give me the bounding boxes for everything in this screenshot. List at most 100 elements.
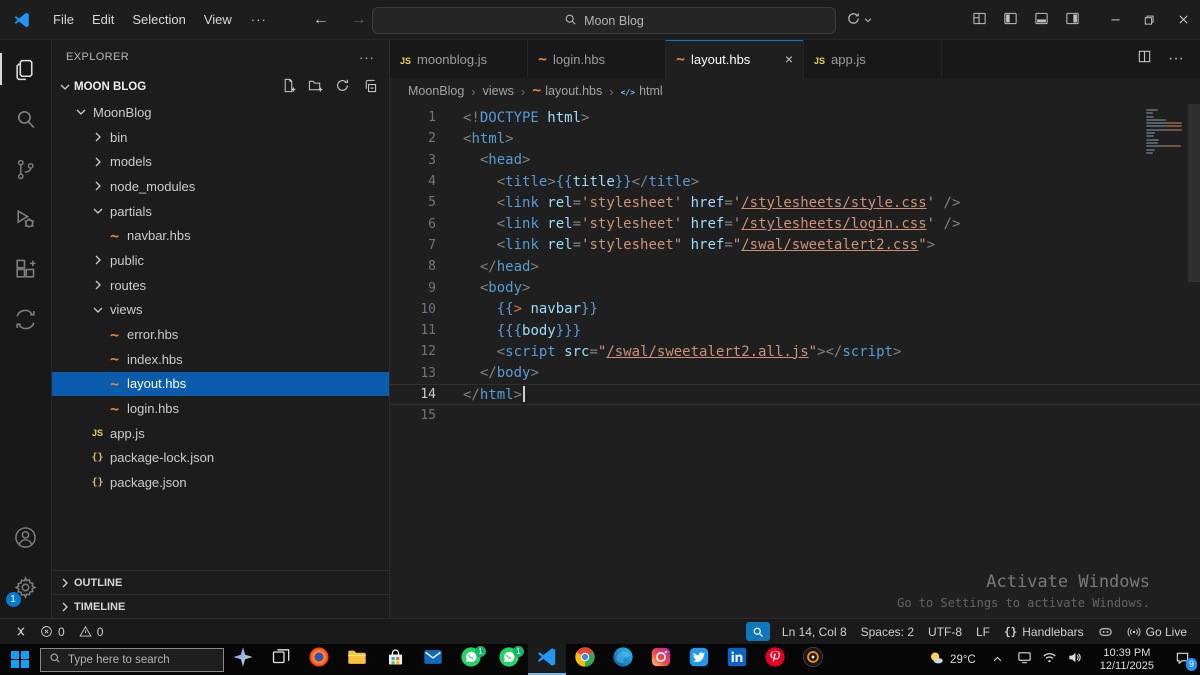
timeline-section[interactable]: TIMELINE [52,594,389,618]
code-line-9[interactable]: 9 <body> [390,277,1200,298]
tree-item-package-json[interactable]: {} package.json [52,470,389,495]
activity-settings[interactable]: 1 [0,562,52,612]
tree-item-bin[interactable]: bin [52,125,389,150]
breadcrumb-views[interactable]: views [483,84,514,98]
menu-selection[interactable]: Selection [123,7,194,33]
panel-bottom-icon[interactable] [1034,11,1049,29]
activity-extensions[interactable] [0,244,52,294]
back-button[interactable]: ← [313,11,329,29]
action-center-button[interactable]: 9 [1164,644,1200,675]
taskbar-app-copilot-star[interactable] [224,644,262,675]
code-line-15[interactable]: 15 [390,405,1200,426]
start-button[interactable] [0,644,40,675]
taskbar-app-task-view[interactable] [262,644,300,675]
panel-left-icon[interactable] [1003,11,1018,29]
weather-widget[interactable]: 29°C [917,644,986,675]
tab-layout-hbs[interactable]: ~ layout.hbs × [666,40,804,78]
close-button[interactable] [1166,0,1200,39]
code-line-6[interactable]: 6 <link rel='stylesheet' href='/styleshe… [390,213,1200,234]
activity-run-debug[interactable] [0,194,52,244]
vertical-scrollbar[interactable] [1188,104,1200,282]
collapse-all-icon[interactable] [362,78,377,96]
tree-item-routes[interactable]: routes [52,273,389,298]
status-cursor-position[interactable]: Ln 14, Col 8 [775,619,854,644]
command-center-search[interactable]: Moon Blog [372,7,836,34]
status-errors[interactable]: 0 [33,619,72,644]
forward-button[interactable]: → [351,11,367,29]
volume-icon[interactable] [1067,650,1082,670]
tree-item-node-modules[interactable]: node_modules [52,174,389,199]
taskbar-app-mail[interactable] [414,644,452,675]
status-eol[interactable]: LF [969,619,997,644]
code-line-4[interactable]: 4 <title>{{title}}</title> [390,171,1200,192]
minimize-button[interactable] [1098,0,1132,39]
menu-file[interactable]: File [44,7,83,33]
pc-icon[interactable] [1017,650,1032,670]
taskbar-app-vscode[interactable] [528,644,566,675]
taskbar-clock[interactable]: 10:39 PM 12/11/2025 [1090,647,1164,673]
taskbar-app-instagram[interactable] [642,644,680,675]
activity-explorer[interactable] [0,44,52,94]
taskbar-app-whatsapp[interactable]: 1 [452,644,490,675]
breadcrumb-html[interactable]: </> html [621,84,663,98]
sync-status[interactable] [846,11,873,29]
code-line-10[interactable]: 10 {{> navbar}} [390,299,1200,320]
taskbar-search[interactable]: Type here to search [40,647,224,672]
activity-remote-explorer[interactable] [0,294,52,344]
taskbar-app-media-player[interactable] [794,644,832,675]
taskbar-app-whatsapp-business[interactable]: 1 [490,644,528,675]
tree-item-app-js[interactable]: JS app.js [52,421,389,446]
tree-item-layout-hbs[interactable]: ~ layout.hbs [52,371,389,397]
panel-right-icon[interactable] [1065,11,1080,29]
close-tab-icon[interactable]: × [785,52,793,66]
activity-source-control[interactable] [0,144,52,194]
code-line-12[interactable]: 12 <script src="/swal/sweetalert2.all.js… [390,341,1200,362]
tree-item-error-hbs[interactable]: ~ error.hbs [52,322,389,347]
tree-item-navbar-hbs[interactable]: ~ navbar.hbs [52,223,389,248]
code-line-7[interactable]: 7 <link rel='stylesheet" href="/swal/swe… [390,235,1200,256]
workspace-section-header[interactable]: MOON BLOG [52,74,389,100]
new-file-icon[interactable] [281,78,296,96]
status-language-mode[interactable]: {} Handlebars [997,619,1091,644]
code-line-11[interactable]: 11 {{{body}}} [390,320,1200,341]
status-encoding[interactable]: UTF-8 [921,619,969,644]
wifi-icon[interactable] [1042,650,1057,670]
code-editor[interactable]: 1 <!DOCTYPE html> 2 <html> 3 <head> 4 <title>… [390,104,1200,618]
outline-section[interactable]: OUTLINE [52,570,389,594]
tree-item-login-hbs[interactable]: ~ login.hbs [52,396,389,421]
taskbar-app-pinterest[interactable] [756,644,794,675]
tree-item-partials[interactable]: partials [52,199,389,224]
activity-search[interactable] [0,94,52,144]
code-line-8[interactable]: 8 </head> [390,256,1200,277]
taskbar-app-file-explorer[interactable] [338,644,376,675]
code-line-13[interactable]: 13 </body> [390,363,1200,384]
tree-item-views[interactable]: views [52,298,389,323]
code-line-3[interactable]: 3 <head> [390,150,1200,171]
menu-more-button[interactable]: ··· [241,12,277,27]
split-editor-button[interactable] [1137,49,1152,69]
menu-view[interactable]: View [195,7,241,33]
status-indentation[interactable]: Spaces: 2 [854,619,921,644]
activity-account[interactable] [0,512,52,562]
minimap[interactable] [1146,109,1182,158]
taskbar-app-twitter[interactable] [680,644,718,675]
status-copilot[interactable] [1091,619,1120,644]
breadcrumb-moonblog[interactable]: MoonBlog [408,84,464,98]
tray-expand-button[interactable] [986,654,1009,665]
tree-item-models[interactable]: models [52,149,389,174]
taskbar-app-linkedin[interactable] [718,644,756,675]
tree-item-package-lock-json[interactable]: {} package-lock.json [52,446,389,471]
code-line-5[interactable]: 5 <link rel='stylesheet' href='/styleshe… [390,192,1200,213]
editor-more-button[interactable]: ··· [1168,50,1184,68]
taskbar-app-edge[interactable] [604,644,642,675]
status-warnings[interactable]: 0 [72,619,111,644]
maximize-button[interactable] [1132,0,1166,39]
new-folder-icon[interactable] [308,78,323,96]
tree-item-index-hbs[interactable]: ~ index.hbs [52,347,389,372]
taskbar-app-store[interactable] [376,644,414,675]
tab-login-hbs[interactable]: ~ login.hbs [528,40,666,78]
tab-moonblog-js[interactable]: JS moonblog.js [390,40,528,78]
code-line-14[interactable]: 14 </html> [390,383,1200,406]
breadcrumb-layout-hbs[interactable]: ~ layout.hbs [532,83,602,99]
layout-grid-icon[interactable] [972,11,987,29]
